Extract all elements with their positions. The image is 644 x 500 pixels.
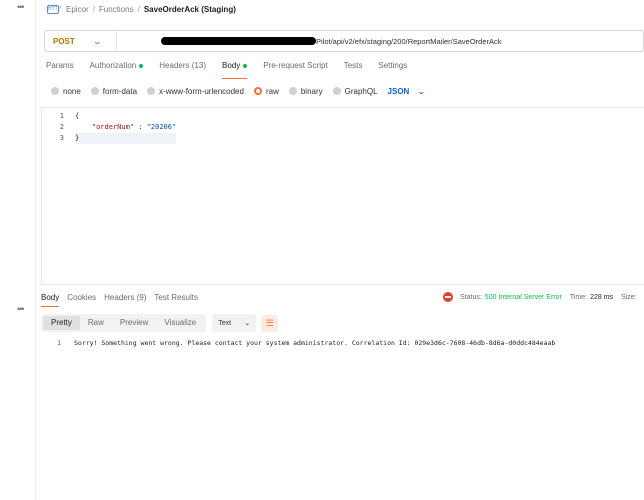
method-select[interactable]: POST ⌄ — [45, 31, 117, 51]
response-time[interactable]: 228 ms — [590, 294, 613, 301]
tab-response-cookies[interactable]: Cookies — [67, 293, 96, 307]
left-sidebar: ••• ••• — [0, 0, 36, 500]
body-option-none[interactable]: none — [51, 87, 81, 96]
body-option-raw[interactable]: raw — [253, 87, 279, 96]
status-code[interactable]: 500 Internal Server Error — [485, 294, 562, 301]
chevron-down-icon: ⌄ — [92, 36, 102, 46]
code-content: { "orderNum" : "20206" } — [75, 111, 177, 144]
redacted-url-host — [161, 37, 316, 45]
raw-format-select[interactable]: JSON ⌄ — [388, 86, 427, 96]
line-numbers: 1 2 3 — [59, 112, 64, 142]
radio-icon — [90, 87, 99, 95]
response-body[interactable]: 1 Sorry! Something went wrong. Please co… — [41, 338, 555, 348]
request-tabs: Params Authorization Headers (13) Body P… — [46, 61, 644, 79]
status-dot-icon — [139, 64, 144, 68]
view-raw-button[interactable]: Raw — [80, 316, 112, 330]
body-type-options: none form-data x-www-form-urlencoded raw… — [51, 85, 427, 97]
response-toolbar: Pretty Raw Preview Visualize Text ⌄ ☰ — [41, 314, 279, 332]
request-title[interactable]: SaveOrderAck (Staging) — [144, 5, 236, 14]
tab-tests[interactable]: Tests — [344, 61, 363, 79]
chevron-down-icon: ⌄ — [417, 86, 427, 96]
radio-selected-icon — [253, 87, 262, 95]
line-number: 1 — [57, 339, 61, 347]
breadcrumb-item-functions[interactable]: Functions — [99, 5, 134, 14]
tab-response-body[interactable]: Body — [41, 293, 60, 307]
radio-icon — [332, 87, 341, 95]
http-request-icon: HTTP — [47, 4, 62, 14]
tab-body[interactable]: Body — [221, 61, 248, 79]
globe-error-icon[interactable] — [443, 292, 453, 302]
body-option-graphql[interactable]: GraphQL — [332, 87, 378, 96]
request-body-editor[interactable]: 1 2 3 { "orderNum" : "20206" } — [41, 107, 644, 285]
response-format-select[interactable]: Text ⌄ — [212, 314, 257, 332]
tab-pre-request-script[interactable]: Pre-request Script — [263, 61, 327, 79]
response-status: Status: 500 Internal Server Error Time: … — [443, 292, 637, 302]
status-dot-icon — [243, 64, 248, 68]
wrap-lines-icon[interactable]: ☰ — [261, 314, 279, 332]
tab-test-results[interactable]: Test Results — [154, 293, 198, 307]
url-bar: POST ⌄ Pilot/api/v2/efx/staging/200/Repo… — [44, 30, 644, 52]
breadcrumb: HTTP Epicor / Functions / SaveOrderAck (… — [36, 0, 644, 18]
breadcrumb-item-epicor[interactable]: Epicor — [66, 5, 89, 14]
view-pretty-button[interactable]: Pretty — [43, 316, 80, 330]
view-preview-button[interactable]: Preview — [112, 316, 156, 330]
tab-headers[interactable]: Headers (13) — [159, 61, 206, 79]
pane-handle-icon[interactable]: ••• — [17, 305, 25, 314]
more-options-icon[interactable]: ••• — [17, 3, 25, 12]
tab-settings[interactable]: Settings — [378, 61, 407, 79]
tab-params[interactable]: Params — [46, 61, 74, 79]
tab-authorization[interactable]: Authorization — [90, 61, 144, 79]
code-line: "orderNum" : "20206" — [91, 123, 177, 131]
response-text: Sorry! Something went wrong. Please cont… — [74, 339, 556, 347]
url-input[interactable]: Pilot/api/v2/efx/staging/200/ReportMaile… — [316, 37, 502, 46]
method-label: POST — [53, 36, 75, 46]
radio-icon — [288, 87, 297, 95]
body-option-binary[interactable]: binary — [288, 87, 323, 96]
breadcrumb-separator: / — [137, 4, 140, 14]
body-option-urlencoded[interactable]: x-www-form-urlencoded — [147, 87, 244, 96]
chevron-down-icon: ⌄ — [244, 320, 251, 327]
radio-icon — [51, 87, 59, 95]
body-option-form-data[interactable]: form-data — [90, 87, 137, 96]
code-line: } — [75, 133, 177, 144]
tab-response-headers[interactable]: Headers (9) — [104, 293, 146, 307]
code-line: { — [75, 112, 80, 120]
radio-icon — [147, 87, 156, 95]
view-visualize-button[interactable]: Visualize — [156, 316, 204, 330]
breadcrumb-separator: / — [92, 4, 95, 14]
view-mode-switch: Pretty Raw Preview Visualize — [41, 314, 207, 332]
